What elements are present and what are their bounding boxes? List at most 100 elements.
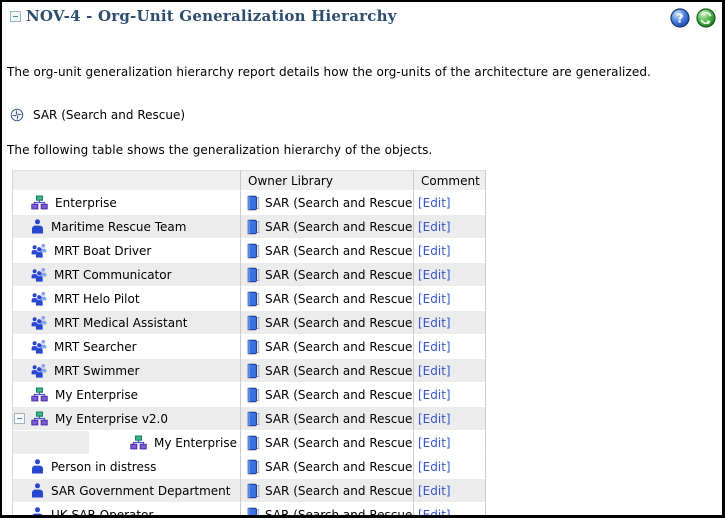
- owner-library-name: SAR (Search and Rescue): [265, 364, 414, 378]
- titlebar-icons: ?: [670, 8, 716, 28]
- org-unit-icon: [130, 435, 147, 450]
- org-unit-name: Enterprise: [55, 196, 117, 210]
- table-row: Maritime Rescue Team SAR (Search and Resc…: [12, 215, 486, 239]
- person-icon: [31, 459, 44, 474]
- comment-cell: [Edit]: [414, 407, 486, 431]
- org-unit-cell: My Enterprise: [12, 383, 241, 407]
- book-icon: [246, 387, 260, 403]
- org-unit-name: MRT Medical Assistant: [54, 316, 187, 330]
- column-header-comment: Comment: [414, 170, 486, 191]
- group-icon: [31, 267, 47, 282]
- table-row: UK SAR OperatorSAR (Search and Rescue)[E…: [12, 503, 486, 518]
- book-icon: [246, 291, 260, 307]
- org-unit-icon: [31, 411, 48, 426]
- org-unit-name: Maritime Rescue Team: [51, 220, 186, 234]
- table-row: MRT Communicator SAR (Search and Rescue) […: [12, 263, 486, 287]
- comment-cell: [Edit]: [414, 311, 486, 335]
- comment-cell: [Edit]: [414, 383, 486, 407]
- table-row: My Enterprise SAR (Search and Rescue) [Edi…: [12, 431, 486, 455]
- collapse-minus-icon[interactable]: [10, 11, 21, 22]
- book-icon: [246, 267, 260, 283]
- comment-cell: [Edit]: [414, 335, 486, 359]
- edit-link[interactable]: [Edit]: [418, 436, 451, 450]
- owner-library-name: SAR (Search and Rescue): [265, 316, 414, 330]
- table-row: MRT Helo Pilot SAR (Search and Rescue) [Ed…: [12, 287, 486, 311]
- edit-link[interactable]: [Edit]: [418, 292, 451, 306]
- book-icon: [246, 435, 260, 451]
- compass-icon: [10, 108, 24, 122]
- comment-cell: [Edit]: [414, 263, 486, 287]
- edit-link[interactable]: [Edit]: [418, 364, 451, 378]
- edit-link[interactable]: [Edit]: [418, 460, 451, 474]
- owner-library-name: SAR (Search and Rescue): [265, 244, 414, 258]
- org-unit-name: UK SAR Operator: [51, 508, 153, 518]
- refresh-icon[interactable]: [696, 8, 716, 28]
- edit-link[interactable]: [Edit]: [418, 316, 451, 330]
- person-icon: [31, 507, 44, 518]
- tree-item-label: SAR (Search and Rescue): [33, 108, 185, 122]
- org-unit-cell: SAR Government Department: [12, 479, 241, 503]
- org-unit-name: My Enterprise v2.0: [55, 412, 168, 426]
- owner-library-cell: SAR (Search and Rescue): [241, 263, 414, 287]
- table-row: Person in distress SAR (Search and Rescue…: [12, 455, 486, 479]
- org-unit-cell: MRT Communicator: [12, 263, 241, 287]
- edit-link[interactable]: [Edit]: [418, 196, 451, 210]
- comment-cell: [Edit]: [414, 191, 486, 215]
- help-icon[interactable]: ?: [670, 8, 690, 28]
- org-unit-icon: [31, 387, 48, 402]
- org-unit-cell: Enterprise: [12, 191, 241, 215]
- owner-library-name: SAR (Search and Rescue): [265, 196, 414, 210]
- svg-text:?: ?: [676, 11, 683, 26]
- book-icon: [246, 315, 260, 331]
- edit-link[interactable]: [Edit]: [418, 340, 451, 354]
- owner-library-cell: SAR (Search and Rescue): [241, 455, 414, 479]
- org-unit-cell: MRT Helo Pilot: [12, 287, 241, 311]
- title-bar: NOV-4 - Org-Unit Generalization Hierarch…: [2, 2, 722, 28]
- table-header-row: Owner Library Comment: [12, 170, 486, 191]
- edit-link[interactable]: [Edit]: [418, 268, 451, 282]
- table-row: MRT Swimmer SAR (Search and Rescue) [Edit]: [12, 359, 486, 383]
- org-unit-name: My Enterprise: [154, 436, 237, 450]
- book-icon: [246, 483, 260, 499]
- edit-link[interactable]: [Edit]: [418, 388, 451, 402]
- edit-link[interactable]: [Edit]: [418, 412, 451, 426]
- org-unit-cell: My Enterprise: [12, 431, 241, 455]
- org-unit-cell: UK SAR Operator: [12, 503, 241, 518]
- comment-cell: [Edit]: [414, 503, 486, 518]
- owner-library-cell: SAR (Search and Rescue): [241, 431, 414, 455]
- owner-library-cell: SAR (Search and Rescue): [241, 335, 414, 359]
- org-unit-cell: MRT Searcher: [12, 335, 241, 359]
- table-row: Enterprise SAR (Search and Rescue) [Edit]: [12, 191, 486, 215]
- comment-cell: [Edit]: [414, 455, 486, 479]
- owner-library-name: SAR (Search and Rescue): [265, 484, 414, 498]
- edit-link[interactable]: [Edit]: [418, 220, 451, 234]
- comment-cell: [Edit]: [414, 359, 486, 383]
- edit-link[interactable]: [Edit]: [418, 244, 451, 258]
- group-icon: [31, 243, 47, 258]
- column-header-owner-library: Owner Library: [241, 170, 414, 191]
- owner-library-cell: SAR (Search and Rescue): [241, 479, 414, 503]
- org-unit-cell: MRT Medical Assistant: [12, 311, 241, 335]
- column-header-name: [12, 170, 241, 191]
- org-unit-name: MRT Boat Driver: [54, 244, 151, 258]
- edit-link[interactable]: [Edit]: [418, 484, 451, 498]
- org-unit-name: Person in distress: [51, 460, 156, 474]
- owner-library-name: SAR (Search and Rescue): [265, 388, 414, 402]
- org-unit-cell: My Enterprise v2.0: [12, 407, 241, 431]
- book-icon: [246, 459, 260, 475]
- owner-library-name: SAR (Search and Rescue): [265, 292, 414, 306]
- org-unit-cell: Person in distress: [12, 455, 241, 479]
- org-unit-name: MRT Communicator: [54, 268, 172, 282]
- owner-library-cell: SAR (Search and Rescue): [241, 191, 414, 215]
- owner-library-cell: SAR (Search and Rescue): [241, 239, 414, 263]
- edit-link[interactable]: [Edit]: [418, 508, 451, 518]
- report-window: NOV-4 - Org-Unit Generalization Hierarch…: [0, 0, 725, 518]
- group-icon: [31, 291, 47, 306]
- tree-item-sar[interactable]: SAR (Search and Rescue): [10, 108, 722, 122]
- owner-library-cell: SAR (Search and Rescue): [241, 311, 414, 335]
- org-unit-cell: MRT Swimmer: [12, 359, 241, 383]
- owner-library-name: SAR (Search and Rescue): [265, 460, 414, 474]
- collapse-minus-icon[interactable]: [14, 413, 25, 424]
- owner-library-cell: SAR (Search and Rescue): [241, 215, 414, 239]
- org-unit-name: My Enterprise: [55, 388, 138, 402]
